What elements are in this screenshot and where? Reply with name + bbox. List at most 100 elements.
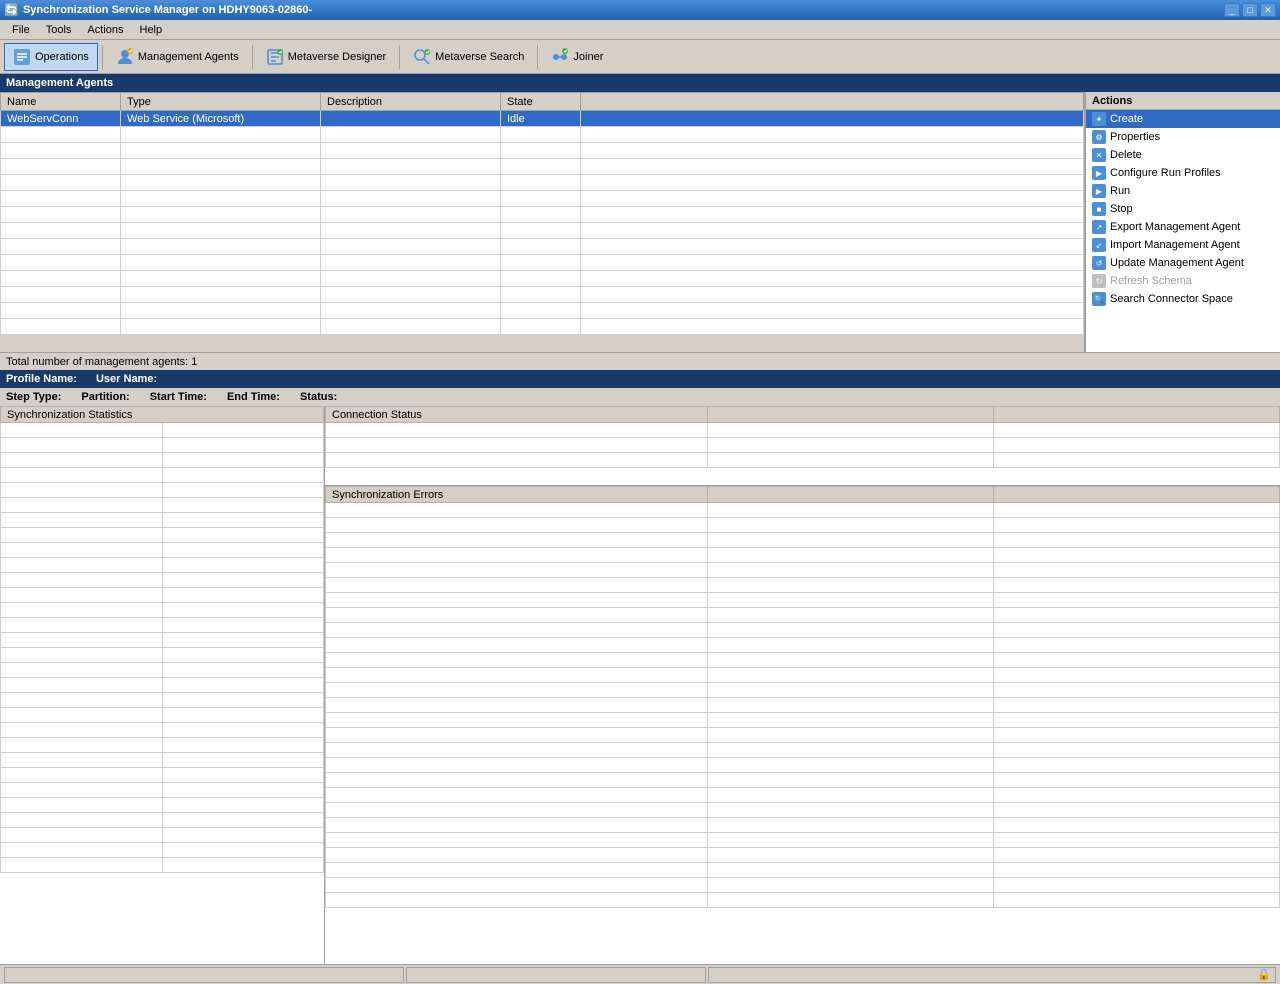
action-properties[interactable]: ⚙ Properties bbox=[1086, 128, 1280, 146]
menu-bar: File Tools Actions Help bbox=[0, 20, 1280, 40]
table-row[interactable] bbox=[1, 303, 1084, 319]
joiner-button[interactable]: Joiner bbox=[542, 43, 612, 71]
connection-status-table: Connection Status bbox=[325, 406, 1280, 468]
table-row[interactable] bbox=[1, 287, 1084, 303]
action-stop-label: Stop bbox=[1110, 203, 1133, 215]
action-delete[interactable]: ✕ Delete bbox=[1086, 146, 1280, 164]
configure-icon: ▶ bbox=[1092, 166, 1106, 180]
step-type-label: Step Type: bbox=[6, 391, 61, 403]
maximize-button[interactable]: □ bbox=[1242, 3, 1258, 17]
se-row bbox=[326, 863, 1280, 878]
management-agents-icon bbox=[116, 48, 134, 66]
management-agents-button[interactable]: Management Agents bbox=[107, 43, 248, 71]
close-button[interactable]: ✕ bbox=[1260, 3, 1276, 17]
sync-stats-row bbox=[1, 858, 324, 873]
action-update-ma[interactable]: ↺ Update Management Agent bbox=[1086, 254, 1280, 272]
title-label: Synchronization Service Manager on HDHY9… bbox=[23, 4, 312, 16]
search-connector-icon: 🔍 bbox=[1092, 292, 1106, 306]
se-col3 bbox=[993, 487, 1279, 503]
col-state: State bbox=[501, 93, 581, 111]
sync-stats-row bbox=[1, 483, 324, 498]
action-export-ma-label: Export Management Agent bbox=[1110, 221, 1240, 233]
sync-stats-row bbox=[1, 558, 324, 573]
table-row[interactable] bbox=[1, 223, 1084, 239]
se-row bbox=[326, 698, 1280, 713]
sync-errors-table: Synchronization Errors bbox=[325, 486, 1280, 908]
ma-table: Name Type Description State WebServConn … bbox=[0, 92, 1084, 335]
action-stop[interactable]: ■ Stop bbox=[1086, 200, 1280, 218]
se-row bbox=[326, 803, 1280, 818]
action-search-connector-label: Search Connector Space bbox=[1110, 293, 1233, 305]
cell-state: Idle bbox=[501, 111, 581, 127]
sync-stats-row bbox=[1, 588, 324, 603]
minimize-button[interactable]: _ bbox=[1224, 3, 1240, 17]
step-info: Step Type: Partition: Start Time: End Ti… bbox=[0, 388, 1280, 406]
sync-stats-row bbox=[1, 693, 324, 708]
action-configure-run-profiles[interactable]: ▶ Configure Run Profiles bbox=[1086, 164, 1280, 182]
table-row[interactable] bbox=[1, 159, 1084, 175]
sync-stats-row bbox=[1, 423, 324, 438]
action-delete-label: Delete bbox=[1110, 149, 1142, 161]
bottom-panel: Profile Name: User Name: Step Type: Part… bbox=[0, 370, 1280, 964]
metaverse-search-button[interactable]: Metaverse Search bbox=[404, 43, 533, 71]
sync-stats-row bbox=[1, 663, 324, 678]
table-row[interactable] bbox=[1, 271, 1084, 287]
status-field: Status: bbox=[300, 391, 341, 403]
metaverse-designer-button[interactable]: Metaverse Designer bbox=[257, 43, 395, 71]
se-row bbox=[326, 728, 1280, 743]
action-update-ma-label: Update Management Agent bbox=[1110, 257, 1244, 269]
import-ma-icon: ↙ bbox=[1092, 238, 1106, 252]
menu-actions[interactable]: Actions bbox=[79, 22, 131, 38]
action-configure-label: Configure Run Profiles bbox=[1110, 167, 1221, 179]
sync-stats-header: Synchronization Statistics bbox=[1, 407, 324, 423]
table-row[interactable] bbox=[1, 143, 1084, 159]
table-row[interactable] bbox=[1, 175, 1084, 191]
main-content: Management Agents Name Type Description … bbox=[0, 74, 1280, 984]
sync-stats-row bbox=[1, 753, 324, 768]
action-export-ma[interactable]: ↗ Export Management Agent bbox=[1086, 218, 1280, 236]
action-search-connector-space[interactable]: 🔍 Search Connector Space bbox=[1086, 290, 1280, 308]
operations-label: Operations bbox=[35, 51, 89, 63]
menu-help[interactable]: Help bbox=[132, 22, 171, 38]
sync-stats-row bbox=[1, 498, 324, 513]
refresh-schema-icon: ↻ bbox=[1092, 274, 1106, 288]
partition-label: Partition: bbox=[81, 391, 129, 403]
operations-button[interactable]: Operations bbox=[4, 43, 98, 71]
conn-status-header: Connection Status bbox=[326, 407, 708, 423]
run-icon: ▶ bbox=[1092, 184, 1106, 198]
se-row bbox=[326, 578, 1280, 593]
cell-name: WebServConn bbox=[1, 111, 121, 127]
menu-tools[interactable]: Tools bbox=[38, 22, 80, 38]
action-create[interactable]: ✦ Create bbox=[1086, 110, 1280, 128]
table-row[interactable] bbox=[1, 319, 1084, 335]
status-bar: Total number of management agents: 1 bbox=[0, 352, 1280, 370]
se-row bbox=[326, 518, 1280, 533]
bottom-status: 🔒 bbox=[0, 964, 1280, 984]
table-row[interactable] bbox=[1, 191, 1084, 207]
action-import-ma-label: Import Management Agent bbox=[1110, 239, 1240, 251]
status-label: Status: bbox=[300, 391, 337, 403]
sync-stats-row bbox=[1, 648, 324, 663]
action-run[interactable]: ▶ Run bbox=[1086, 182, 1280, 200]
table-row[interactable] bbox=[1, 239, 1084, 255]
action-run-label: Run bbox=[1110, 185, 1130, 197]
action-create-label: Create bbox=[1110, 113, 1143, 125]
se-row bbox=[326, 503, 1280, 518]
action-refresh-schema: ↻ Refresh Schema bbox=[1086, 272, 1280, 290]
action-properties-label: Properties bbox=[1110, 131, 1160, 143]
ma-panel: Name Type Description State WebServConn … bbox=[0, 92, 1280, 352]
se-row bbox=[326, 758, 1280, 773]
action-import-ma[interactable]: ↙ Import Management Agent bbox=[1086, 236, 1280, 254]
table-row[interactable]: WebServConn Web Service (Microsoft) Idle bbox=[1, 111, 1084, 127]
status-seg-3: 🔒 bbox=[708, 967, 1276, 983]
sync-stats-row bbox=[1, 783, 324, 798]
table-row[interactable] bbox=[1, 207, 1084, 223]
table-row[interactable] bbox=[1, 255, 1084, 271]
table-row[interactable] bbox=[1, 127, 1084, 143]
sync-stats-row bbox=[1, 708, 324, 723]
sync-errors-area: Synchronization Errors bbox=[325, 486, 1280, 964]
menu-file[interactable]: File bbox=[4, 22, 38, 38]
sync-stats-row bbox=[1, 633, 324, 648]
se-row bbox=[326, 668, 1280, 683]
se-row bbox=[326, 683, 1280, 698]
